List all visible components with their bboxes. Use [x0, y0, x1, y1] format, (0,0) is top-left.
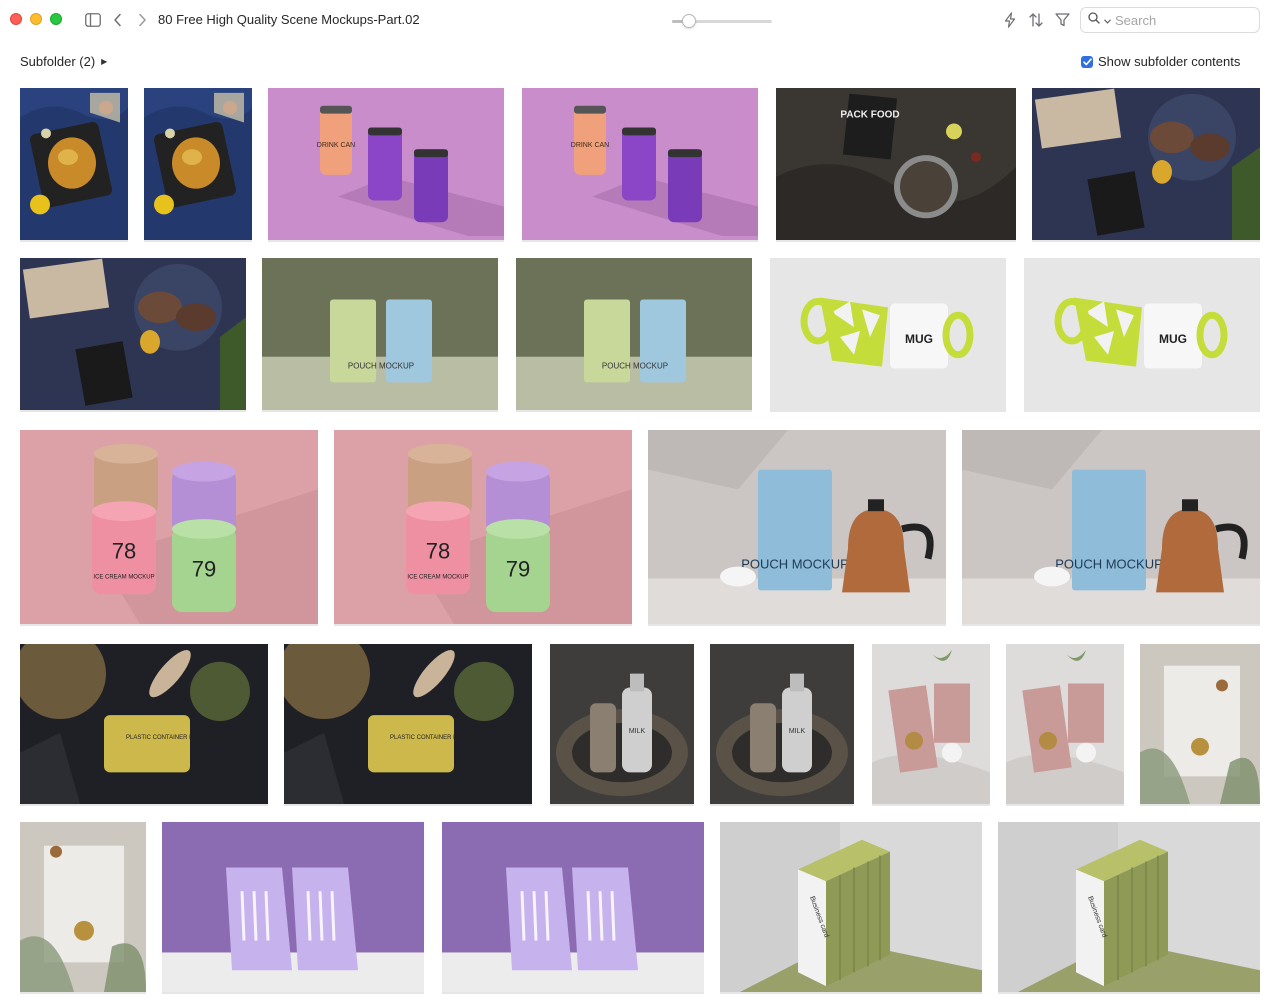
- pouch-mockup-label: POUCH MOCKUP: [602, 362, 668, 371]
- ice-cream-number: 79: [506, 557, 530, 582]
- thumbnail-plastic-container-1[interactable]: PLASTIC CONTAINER MOCKUP: [20, 644, 268, 806]
- ice-cream-number: 79: [192, 557, 216, 582]
- thumbnail-pack-food-steak-2[interactable]: [20, 258, 246, 412]
- ice-cream-label: ICE CREAM MOCKUP: [407, 574, 468, 580]
- toolbar: 80 Free High Quality Scene Mockups-Part.…: [0, 0, 1280, 42]
- thumbnail-milk-bottle-1[interactable]: MILK: [550, 644, 694, 806]
- close-window-button[interactable]: [10, 13, 22, 25]
- thumbnail-business-card-box-2[interactable]: Business card: [998, 822, 1260, 994]
- show-subfolder-option[interactable]: Show subfolder contents: [1081, 54, 1240, 69]
- show-subfolder-label: Show subfolder contents: [1098, 54, 1241, 69]
- chevron-down-icon[interactable]: [1104, 11, 1111, 29]
- thumbnail-wax-seal-card-2[interactable]: [1006, 644, 1124, 806]
- thumbnail-purple-card-1[interactable]: [162, 822, 424, 994]
- pouch-mockup-label: POUCH MOCKUP: [741, 557, 849, 572]
- ice-cream-number: 78: [426, 539, 450, 564]
- chevron-left-icon[interactable]: [110, 11, 126, 29]
- thumbnail-purple-card-2[interactable]: [442, 822, 704, 994]
- thumbnail-pack-food-steak-1[interactable]: [1032, 88, 1260, 242]
- thumbnail-pouch-mockup-2[interactable]: POUCH MOCKUP: [516, 258, 752, 412]
- thumbnail-ice-cream-2[interactable]: 78 79 ICE CREAM MOCKUP: [334, 430, 632, 626]
- filter-icon[interactable]: [1054, 11, 1070, 29]
- zoom-slider[interactable]: [672, 14, 772, 28]
- search-input[interactable]: [1115, 12, 1245, 28]
- pack-food-label: PACK FOOD: [840, 110, 899, 121]
- thumbnail-business-card-box-1[interactable]: Business card: [720, 822, 982, 994]
- subfolder-toggle[interactable]: Subfolder (2) ▶: [20, 54, 107, 69]
- show-subfolder-checkbox[interactable]: [1081, 55, 1093, 68]
- minimize-window-button[interactable]: [30, 13, 42, 25]
- disclosure-triangle-icon: ▶: [101, 57, 108, 66]
- sort-arrows-icon[interactable]: [1027, 11, 1045, 29]
- drink-can-label: DRINK CAN: [317, 142, 355, 149]
- plastic-container-label: PLASTIC CONTAINER MOCKUP: [126, 735, 215, 741]
- subfolder-label: Subfolder (2): [20, 54, 96, 69]
- zoom-slider-thumb[interactable]: [682, 14, 696, 28]
- ice-cream-label: ICE CREAM MOCKUP: [93, 574, 154, 580]
- search-icon: [1088, 11, 1100, 29]
- mug-label: MUG: [1159, 332, 1187, 346]
- thumbnail-wax-seal-card-1[interactable]: [872, 644, 990, 806]
- thumbnail-milk-bottle-2[interactable]: MILK: [710, 644, 854, 806]
- sidebar-icon[interactable]: [84, 12, 102, 28]
- thumbnail-food-tray-1[interactable]: [20, 88, 128, 242]
- milk-label: MILK: [789, 728, 806, 735]
- file-browser-window: 80 Free High Quality Scene Mockups-Part.…: [0, 0, 1280, 1000]
- pouch-mockup-label: POUCH MOCKUP: [348, 362, 414, 371]
- chevron-right-icon[interactable]: [134, 11, 150, 29]
- pouch-mockup-label: POUCH MOCKUP: [1055, 557, 1163, 572]
- thumbnail-pouch-mockup-1[interactable]: POUCH MOCKUP: [262, 258, 498, 412]
- thumbnail-ice-cream-1[interactable]: 78 79 ICE CREAM MOCKUP: [20, 430, 318, 626]
- thumbnail-wax-seal-letter-1[interactable]: [1140, 644, 1260, 806]
- thumbnail-plastic-container-2[interactable]: PLASTIC CONTAINER MOCKUP: [284, 644, 532, 806]
- thumbnail-pouch-kettle-1[interactable]: POUCH MOCKUP: [648, 430, 946, 626]
- thumbnail-mug-1[interactable]: MUG: [770, 258, 1006, 412]
- mug-label: MUG: [905, 332, 933, 346]
- thumbnail-pack-food-pot[interactable]: PACK FOOD: [776, 88, 1016, 242]
- thumbnail-drink-can-2[interactable]: DRINK CAN: [522, 88, 758, 242]
- thumbnail-pouch-kettle-2[interactable]: POUCH MOCKUP: [962, 430, 1260, 626]
- milk-label: MILK: [629, 728, 646, 735]
- ice-cream-number: 78: [112, 539, 136, 564]
- thumbnail-wax-seal-letter-2[interactable]: [20, 822, 146, 994]
- drink-can-label: DRINK CAN: [571, 142, 609, 149]
- window-controls: [10, 13, 62, 25]
- thumbnail-drink-can-1[interactable]: DRINK CAN: [268, 88, 504, 242]
- maximize-window-button[interactable]: [50, 13, 62, 25]
- search-field[interactable]: [1080, 7, 1260, 33]
- lightning-icon[interactable]: [1002, 11, 1018, 29]
- thumbnail-food-tray-2[interactable]: [144, 88, 252, 242]
- plastic-container-label: PLASTIC CONTAINER MOCKUP: [390, 735, 479, 741]
- thumbnail-mug-2[interactable]: MUG: [1024, 258, 1260, 412]
- subfolder-bar: Subfolder (2) ▶ Show subfolder contents: [0, 48, 1280, 74]
- window-title: 80 Free High Quality Scene Mockups-Part.…: [158, 12, 420, 27]
